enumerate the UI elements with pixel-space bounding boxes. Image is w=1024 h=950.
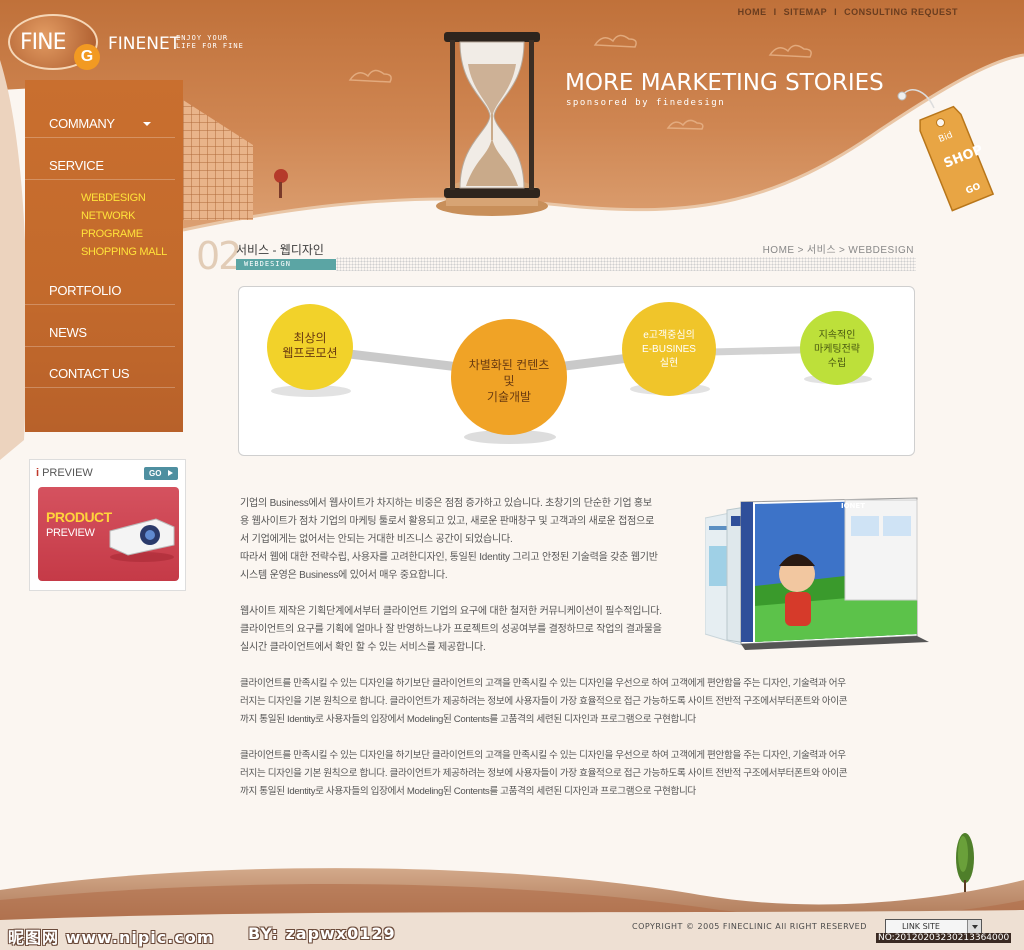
tree-illustration [956, 833, 974, 892]
diagram-node-2-line: 및 [503, 374, 515, 388]
link-site-select[interactable]: LINK SITE [885, 919, 982, 934]
sidebar-divider [25, 304, 175, 305]
screenshot-brand: IONET [841, 502, 865, 510]
top-nav: HOME I SITEMAP I CONSULTING REQUEST [738, 7, 958, 17]
product-preview-banner[interactable]: PRODUCT PREVIEW [38, 487, 179, 581]
copyright-text: COPYRIGHT © 2005 FINECLINIC All RIGHT RE… [632, 922, 867, 931]
diagram-node-4-line: 마케팅전략 [814, 344, 860, 355]
dotted-divider [336, 257, 916, 271]
body-line: 시스템 운영은 Business에 있어서 매우 중요합니다. [240, 570, 448, 581]
body-line: 서 기업에게는 없어서는 안되는 거대한 비즈니스 공간이 되었습니다. [240, 534, 513, 545]
sidebar-divider [25, 346, 175, 347]
body-line: 클라이언트를 만족시킬 수 있는 디자인을 하기보단 클라이언트의 고객을 만족… [240, 750, 846, 761]
projector-icon [109, 518, 175, 562]
preview-go-button[interactable]: GO [144, 467, 178, 480]
sidebar-item-service[interactable]: SERVICE [49, 158, 104, 173]
body-line: 웹사이트 제작은 기획단계에서부터 클라이언트 기업의 요구에 대한 철저한 커… [240, 606, 662, 617]
preview-title-text: PREVIEW [42, 467, 93, 479]
preview-title: i PREVIEW [36, 467, 93, 479]
diagram-node-2-line: 기술개발 [486, 390, 532, 404]
sidebar-subitem-shopping-mall[interactable]: SHOPPING MALL [81, 246, 167, 258]
hero-subheadline: sponsored by finedesign [566, 98, 726, 108]
body-line: 까지 통일된 Identity로 사용자들의 입장에서 Modeling된 Co… [240, 714, 696, 725]
body-line: 기업의 Business에서 웹사이트가 차지하는 비중은 점점 증가하고 있습… [240, 498, 652, 509]
diagram-node-1-label: 최상의 웹프로모션 [260, 331, 360, 361]
diagram-node-2-line: 차별화된 컨텐츠 [468, 358, 550, 372]
sidebar-divider [25, 179, 175, 180]
section-number: 02 [196, 234, 242, 278]
diagram-node-1-line: 웹프로모션 [282, 346, 338, 360]
diagram-node-3-line: E-BUSINES [642, 344, 696, 355]
sidebar-divider [25, 387, 175, 388]
body-paragraph-4: 클라이언트를 만족시킬 수 있는 디자인을 하기보단 클라이언트의 고객을 만족… [240, 747, 930, 801]
body-line: 러지는 디자인을 기본 원칙으로 합니다. 클라이언트가 제공하려는 정보에 사… [240, 768, 848, 779]
body-paragraph-2: 웹사이트 제작은 기획단계에서부터 클라이언트 기업의 요구에 대한 철저한 커… [240, 603, 690, 657]
breadcrumb-service[interactable]: 서비스 [807, 245, 836, 256]
breadcrumb-separator: > [797, 245, 804, 256]
chevron-down-icon[interactable] [143, 122, 151, 126]
service-diagram: 최상의 웹프로모션 차별화된 컨텐츠 및 기술개발 e고객중심의 E-BUSIN… [238, 286, 915, 456]
body-line: 클라이언트의 요구를 기획에 얼마나 잘 반영하느냐가 프로젝트의 성공여부를 … [240, 624, 662, 635]
website-screenshot-image: IONET [705, 497, 929, 650]
sidebar-nav: COMMANY SERVICE WEBDESIGN NETWORK PROGRA… [25, 80, 183, 432]
body-line: 용 웹사이트가 점차 기업의 마케팅 툴로서 활용되고 있고, 새로운 판매창구… [240, 516, 655, 527]
breadcrumb: HOME > 서비스 > WEBDESIGN [763, 241, 914, 256]
body-line: 따라서 웹에 대한 전략수립, 사용자를 고려한디자인, 통일된 Identit… [240, 552, 658, 563]
diagram-node-1-line: 최상의 [293, 331, 327, 345]
sidebar-subitem-network[interactable]: NETWORK [81, 210, 135, 222]
preview-banner-line1: PRODUCT [46, 509, 112, 525]
section-badge: WEBDESIGN [236, 259, 336, 270]
diagram-node-3-line: e고객중심의 [643, 330, 695, 341]
page-title: 서비스 - 웹디자인 [236, 243, 324, 257]
shop-tag[interactable]: Bid SHOP GO [896, 86, 996, 216]
body-line: 까지 통일된 Identity로 사용자들의 입장에서 Modeling된 Co… [240, 786, 696, 797]
sidebar-subitem-webdesign[interactable]: WEBDESIGN [81, 192, 146, 204]
diagram-node-2-label: 차별화된 컨텐츠 및 기술개발 [444, 357, 574, 405]
chevron-down-icon[interactable] [967, 920, 981, 933]
diagram-connectors [267, 302, 874, 444]
top-nav-separator: I [773, 7, 777, 17]
logo-text: FINE [20, 30, 66, 55]
link-site-label: LINK SITE [902, 922, 940, 931]
body-line: 실시간 클라이언트에서 확인 할 수 있는 서비스를 제공합니다. [240, 642, 486, 653]
diagram-node-4-line: 지속적인 [818, 330, 856, 341]
body-line: 클라이언트를 만족시킬 수 있는 디자인을 하기보단 클라이언트의 고객을 만족… [240, 678, 846, 689]
watermark-author: BY: zapwx0129 [248, 924, 396, 943]
logo-tagline: ENJOY YOUR LIFE FOR FINE [176, 34, 244, 50]
diagram-node-3-line: 실현 [659, 358, 679, 369]
sidebar-item-company[interactable]: COMMANY [49, 116, 115, 131]
top-nav-separator: I [834, 7, 838, 17]
breadcrumb-current: WEBDESIGN [848, 245, 914, 256]
top-nav-consulting-request[interactable]: CONSULTING REQUEST [844, 7, 958, 17]
top-nav-home[interactable]: HOME [738, 7, 767, 17]
site-logo[interactable]: FINE G FINENET ENJOY YOUR LIFE FOR FINE [8, 14, 248, 74]
sidebar-item-news[interactable]: NEWS [49, 325, 87, 340]
preview-widget: i PREVIEW GO PRODUCT PREVIEW [29, 459, 186, 591]
breadcrumb-home[interactable]: HOME [763, 245, 795, 256]
building-illustration [183, 100, 288, 220]
logo-letter: G [74, 44, 100, 70]
hourglass-illustration [436, 32, 548, 216]
watermark-text: 昵图网 www.nipic.com [8, 928, 215, 947]
image-id-text: NO:20120203230213364000 [876, 933, 1012, 943]
preview-marker: i [36, 467, 40, 479]
preview-banner-line2: PREVIEW [46, 527, 95, 539]
diagram-node-4-label: 지속적인 마케팅전략 수립 [795, 329, 879, 371]
sidebar-divider [25, 137, 175, 138]
breadcrumb-separator: > [839, 245, 846, 256]
body-paragraph-1: 기업의 Business에서 웹사이트가 차지하는 비중은 점점 증가하고 있습… [240, 495, 680, 585]
logo-name: FINENET [108, 34, 181, 54]
sidebar-item-contact-us[interactable]: CONTACT US [49, 366, 130, 381]
sidebar-subitem-programe[interactable]: PROGRAME [81, 228, 143, 240]
hero-headline: MORE MARKETING STORIES [565, 70, 884, 96]
diagram-node-4-line: 수립 [827, 358, 847, 369]
body-paragraph-3: 클라이언트를 만족시킬 수 있는 디자인을 하기보단 클라이언트의 고객을 만족… [240, 675, 930, 729]
body-line: 러지는 디자인을 기본 원칙으로 합니다. 클라이언트가 제공하려는 정보에 사… [240, 696, 848, 707]
diagram-node-3-label: e고객중심의 E-BUSINES 실현 [619, 329, 719, 371]
sidebar-item-portfolio[interactable]: PORTFOLIO [49, 283, 121, 298]
top-nav-sitemap[interactable]: SITEMAP [784, 7, 828, 17]
